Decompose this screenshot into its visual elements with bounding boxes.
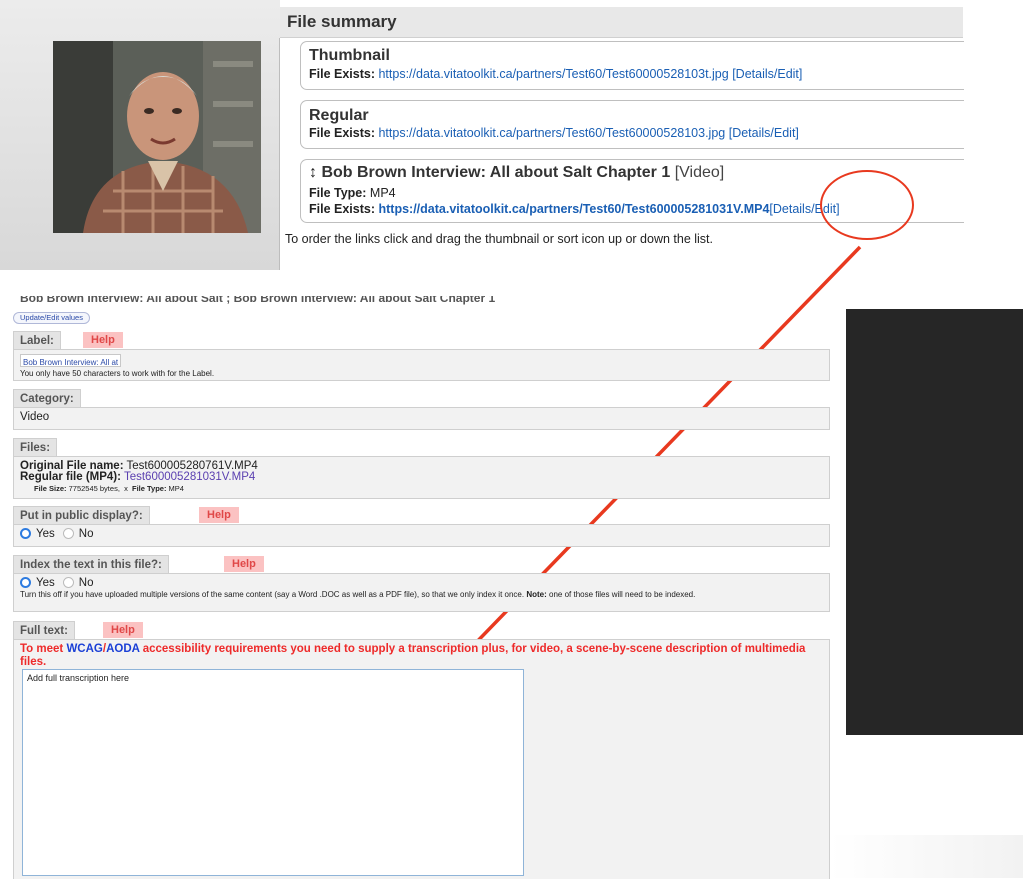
file-type-value: MP4 [369, 186, 396, 200]
label-input[interactable]: Bob Brown Interview: All at [20, 354, 122, 367]
tab-public-display: Put in public display?: [13, 506, 150, 525]
annotation-circle [820, 170, 914, 240]
full-text-textarea[interactable]: Add full transcription here [22, 669, 524, 876]
help-button[interactable]: Help [103, 622, 143, 638]
regular-file-label: Regular file (MP4): [20, 471, 121, 483]
radio-yes-selected[interactable] [20, 528, 31, 540]
label-input-value: Bob Brown Interview: All at [23, 358, 119, 367]
index-hint-text: Turn this off if you have uploaded multi… [20, 590, 525, 599]
video-title: Bob Brown Interview: All about Salt Chap… [321, 164, 671, 181]
file-type-label: File Type: [309, 186, 367, 200]
radio-yes-selected[interactable] [20, 577, 31, 589]
index-hint-note: Note: [526, 590, 547, 599]
help-button[interactable]: Help [224, 556, 264, 572]
update-edit-button[interactable]: Update/Edit values [13, 312, 90, 324]
public-section [13, 524, 830, 547]
file-exists-label: File Exists: [309, 202, 375, 216]
index-hint: Turn this off if you have uploaded multi… [20, 590, 820, 599]
wcag-link[interactable]: WCAG [66, 643, 102, 655]
category-section [13, 407, 830, 430]
help-button[interactable]: Help [199, 507, 239, 523]
regular-file-link[interactable]: Test600005281031V.MP4 [124, 471, 255, 483]
aoda-link[interactable]: AODA [106, 643, 139, 655]
file-card-thumbnail [300, 41, 964, 90]
meta-separator: x [124, 484, 128, 493]
file-exists-line: File Exists: https://data.vitatoolkit.ca… [309, 126, 799, 140]
video-thumbnail[interactable] [53, 41, 261, 233]
file-type-label: File Type: [132, 484, 167, 493]
radio-no-label: No [78, 528, 94, 540]
file-exists-label: File Exists: [309, 67, 375, 81]
index-hint-tail: one of those files will need to be index… [549, 590, 696, 599]
background-fade [830, 835, 1023, 878]
warning-text: To meet [20, 643, 64, 655]
video-preview-panel [846, 309, 1023, 735]
form-title: Bob Brown Interview: All about Salt ; Bo… [20, 296, 496, 305]
video-kind: [Video] [674, 164, 725, 181]
radio-no[interactable] [62, 577, 74, 589]
file-exists-line: File Exists: https://data.vitatoolkit.ca… [309, 202, 840, 216]
file-url-link[interactable]: https://data.vitatoolkit.ca/partners/Tes… [378, 202, 769, 216]
file-exists-label: File Exists: [309, 126, 375, 140]
index-radio-group: Yes No [20, 577, 93, 589]
file-size-label: File Size: [34, 484, 67, 493]
tab-full-text: Full text: [13, 621, 75, 640]
file-card-title: Regular [309, 107, 369, 124]
file-url-link[interactable]: https://data.vitatoolkit.ca/partners/Tes… [378, 67, 728, 81]
file-size-value: 7752545 bytes, [68, 484, 120, 493]
video-title-line: ↕ Bob Brown Interview: All about Salt Ch… [309, 164, 724, 182]
tab-category: Category: [13, 389, 81, 408]
details-edit-link[interactable]: [Details/Edit] [729, 126, 799, 140]
divider [279, 38, 280, 270]
file-card-regular [300, 100, 964, 149]
summary-title: File summary [287, 12, 397, 31]
radio-yes-label: Yes [36, 577, 55, 589]
sort-icon[interactable]: ↕ [309, 164, 317, 181]
ordering-note: To order the links click and drag the th… [285, 232, 713, 246]
accessibility-warning: To meet WCAG/AODA accessibility requirem… [20, 643, 820, 669]
radio-yes-label: Yes [36, 528, 55, 540]
public-radio-group: Yes No [20, 528, 93, 540]
radio-no[interactable] [62, 528, 74, 540]
tab-index-text: Index the text in this file?: [13, 555, 169, 574]
tab-label: Label: [13, 331, 61, 350]
file-exists-line: File Exists: https://data.vitatoolkit.ca… [309, 67, 802, 81]
details-edit-link[interactable]: [Details/Edit] [732, 67, 802, 81]
file-type-line: File Type: MP4 [309, 186, 396, 200]
regular-file-line: Regular file (MP4): Test600005281031V.MP… [20, 471, 255, 483]
file-card-title: Thumbnail [309, 47, 390, 64]
help-button[interactable]: Help [83, 332, 123, 348]
file-type-value: MP4 [168, 484, 184, 493]
label-hint: You only have 50 characters to work with… [20, 369, 215, 378]
tab-files: Files: [13, 438, 58, 457]
file-meta-line: File Size: 7752545 bytes, x File Type: M… [34, 484, 184, 493]
file-url-link[interactable]: https://data.vitatoolkit.ca/partners/Tes… [378, 126, 725, 140]
category-value: Video [20, 411, 50, 423]
radio-no-label: No [78, 577, 94, 589]
